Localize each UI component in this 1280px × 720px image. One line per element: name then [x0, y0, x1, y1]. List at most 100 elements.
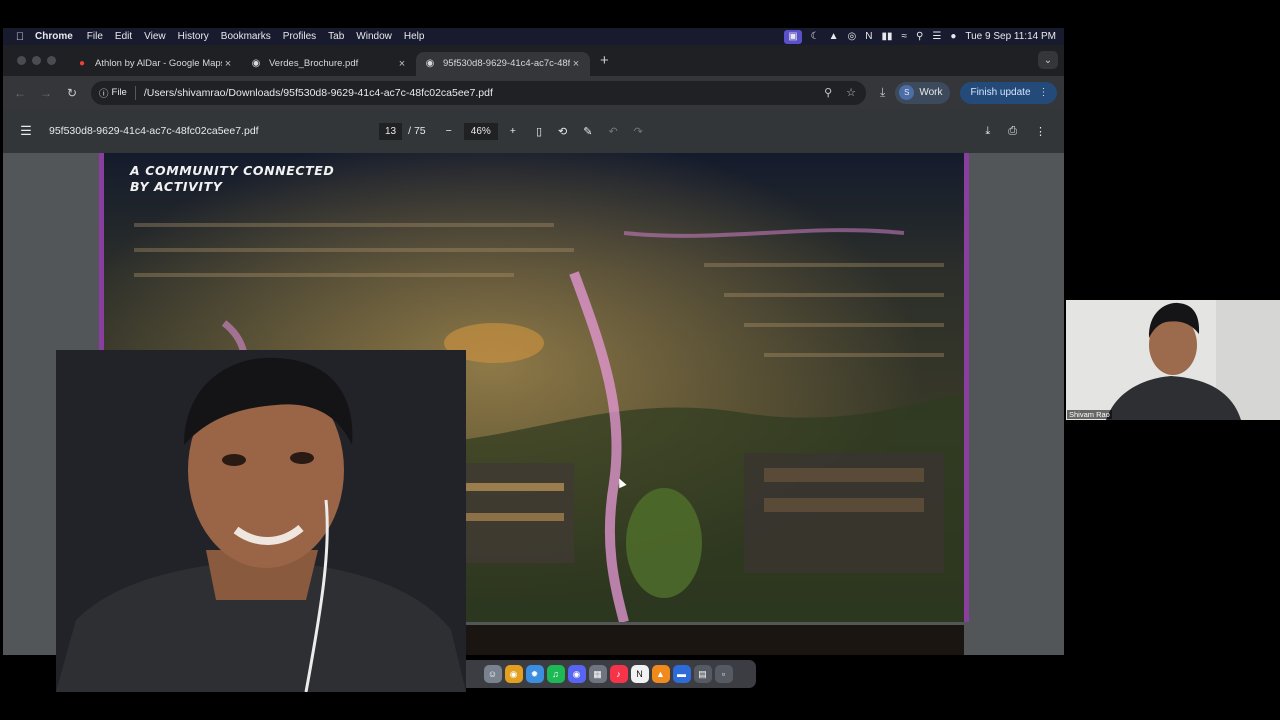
rotate-icon[interactable]: ⟲: [558, 125, 567, 138]
vlc-cone-icon[interactable]: ▲: [829, 31, 839, 42]
fit-page-icon[interactable]: ▯: [536, 125, 542, 138]
battery-icon[interactable]: ▮▮: [882, 31, 893, 42]
spotify-icon[interactable]: ♫: [546, 665, 565, 683]
minimize-window-button[interactable]: [32, 56, 41, 65]
chrome-icon[interactable]: ◉: [504, 665, 523, 683]
wifi-icon[interactable]: ≈: [902, 31, 908, 42]
close-tab-icon[interactable]: ×: [396, 58, 408, 70]
toolbar-right: ⤓ S Work Finish update ⋮: [880, 81, 1057, 104]
page-headline: A COMMUNITY CONNECTED BY ACTIVITY: [130, 163, 335, 194]
menu-clock[interactable]: Tue 9 Sep 11:14 PM: [965, 31, 1056, 42]
airdrop-icon[interactable]: ◎: [848, 31, 857, 42]
control-center-icon[interactable]: ☰: [932, 31, 941, 42]
close-tab-icon[interactable]: ×: [570, 58, 582, 70]
more-options-icon[interactable]: ⋮: [1035, 125, 1046, 138]
vlc-icon[interactable]: ▲: [651, 665, 670, 683]
zoom-window-button[interactable]: [47, 56, 56, 65]
forward-button[interactable]: →: [33, 86, 59, 100]
spotlight-search-icon[interactable]: ⚲: [916, 31, 923, 42]
menu-edit[interactable]: Edit: [115, 31, 132, 42]
pdf-tools: ▯ ⟲ ✎ ↶ ↷: [536, 125, 643, 138]
globe-icon: ◉: [251, 58, 261, 69]
profile-button[interactable]: S Work: [895, 81, 951, 104]
presenter-webcam-feed: [56, 350, 466, 692]
scheme-label: File: [111, 87, 127, 98]
tab-title: Verdes_Brochure.pdf: [269, 58, 359, 69]
zoom-level-input[interactable]: 46%: [463, 122, 498, 140]
profile-label: Work: [919, 87, 943, 98]
redo-icon[interactable]: ↷: [634, 125, 643, 138]
menu-window[interactable]: Window: [356, 31, 392, 42]
new-tab-button[interactable]: +: [600, 52, 609, 69]
siri-icon[interactable]: ●: [950, 31, 956, 42]
zoom-magnifier-icon[interactable]: ⚲: [824, 86, 832, 99]
participant-video-tile[interactable]: Shivam Rao: [1066, 300, 1280, 420]
menu-history[interactable]: History: [178, 31, 209, 42]
back-button[interactable]: ←: [7, 86, 33, 100]
tab-search-chevron-icon[interactable]: ⌄: [1038, 51, 1058, 69]
tab-google-maps[interactable]: ● Athlon by AlDar - Google Maps ×: [68, 52, 242, 76]
trash-icon[interactable]: ▫: [714, 665, 733, 683]
page-number-input[interactable]: 13: [379, 122, 403, 140]
site-info-chip[interactable]: ⓘ File: [99, 85, 136, 100]
menu-bookmarks[interactable]: Bookmarks: [221, 31, 271, 42]
menu-profiles[interactable]: Profiles: [283, 31, 316, 42]
close-window-button[interactable]: [17, 56, 26, 65]
zoom-app-icon[interactable]: ▬: [672, 665, 691, 683]
finder-icon[interactable]: ☺: [483, 665, 502, 683]
menu-app-name[interactable]: Chrome: [35, 31, 73, 42]
participant-name-label: Shivam Rao: [1067, 410, 1112, 419]
address-bar[interactable]: ⓘ File /Users/shivamrao/Downloads/95f530…: [91, 80, 866, 105]
focus-moon-icon[interactable]: ☾: [811, 31, 820, 42]
screen-share-icon[interactable]: ▣: [784, 29, 802, 44]
presenter-video-image: [56, 350, 466, 692]
tab-title: 95f530d8-9629-41c4-ac7c-48fc02ca5ee7.pdf: [443, 58, 570, 69]
window-controls: [17, 56, 56, 65]
page-indicator: 13 / 75: [379, 122, 426, 140]
page-total: / 75: [408, 125, 426, 137]
music-icon[interactable]: ♪: [609, 665, 628, 683]
downloads-stack-icon[interactable]: ▤: [693, 665, 712, 683]
hamburger-menu-icon[interactable]: ☰: [3, 123, 49, 139]
browser-toolbar: ← → ↻ ⓘ File /Users/shivamrao/Downloads/…: [3, 76, 1064, 109]
reload-button[interactable]: ↻: [59, 86, 85, 100]
macos-dock: ☺ ◉ ✹ ♫ ◉ ▦ ♪ N ▲ ▬ ▤ ▫: [460, 660, 756, 688]
info-icon: ⓘ: [99, 88, 109, 100]
annotate-pen-icon[interactable]: ✎: [583, 125, 592, 138]
screen-recording:  Chrome File Edit View History Bookmark…: [0, 0, 1280, 720]
zoom-in-icon[interactable]: +: [510, 125, 516, 137]
tab-verdes-brochure[interactable]: ◉ Verdes_Brochure.pdf ×: [242, 52, 416, 76]
undo-icon[interactable]: ↶: [608, 125, 617, 138]
close-tab-icon[interactable]: ×: [222, 58, 234, 70]
avatar: S: [899, 85, 915, 100]
pdf-toolbar: ☰ 95f530d8-9629-41c4-ac7c-48fc02ca5ee7.p…: [3, 109, 1064, 153]
pdf-filename: 95f530d8-9629-41c4-ac7c-48fc02ca5ee7.pdf: [49, 125, 259, 137]
safari-icon[interactable]: ✹: [525, 665, 544, 683]
zoom-out-icon[interactable]: −: [446, 125, 452, 137]
omnibox-actions: ⚲ ☆: [824, 86, 856, 99]
finish-update-button[interactable]: Finish update ⋮: [960, 81, 1057, 104]
preview-icon[interactable]: ▦: [588, 665, 607, 683]
tab-strip: ● Athlon by AlDar - Google Maps × ◉ Verd…: [3, 45, 1064, 76]
zoom-controls: − 46% +: [446, 122, 516, 140]
menu-view[interactable]: View: [144, 31, 166, 42]
macos-menu-bar:  Chrome File Edit View History Bookmark…: [3, 28, 1064, 45]
apple-menu-icon[interactable]: : [9, 31, 31, 43]
tab-pdf-active[interactable]: ◉ 95f530d8-9629-41c4-ac7c-48fc02ca5ee7.p…: [416, 51, 590, 76]
menu-file[interactable]: File: [87, 31, 103, 42]
downloads-icon[interactable]: ⤓: [880, 85, 885, 100]
url-text[interactable]: /Users/shivamrao/Downloads/95f530d8-9629…: [144, 87, 493, 99]
download-icon[interactable]: ⤓: [985, 125, 990, 138]
notion-icon[interactable]: N: [865, 31, 872, 42]
finish-update-label: Finish update: [970, 87, 1031, 98]
participant-video-image: [1066, 300, 1280, 420]
pdf-actions: ⤓ ⎙ ⋮: [985, 125, 1046, 138]
print-icon[interactable]: ⎙: [1008, 125, 1017, 138]
bookmark-star-icon[interactable]: ☆: [846, 86, 856, 99]
notion-icon[interactable]: N: [630, 665, 649, 683]
menu-help[interactable]: Help: [404, 31, 425, 42]
discord-icon[interactable]: ◉: [567, 665, 586, 683]
kebab-menu-icon: ⋮: [1038, 87, 1049, 98]
status-area: ▣ ☾ ▲ ◎ N ▮▮ ≈ ⚲ ☰ ● Tue 9 Sep 11:14 PM: [784, 28, 1056, 45]
menu-tab[interactable]: Tab: [328, 31, 344, 42]
